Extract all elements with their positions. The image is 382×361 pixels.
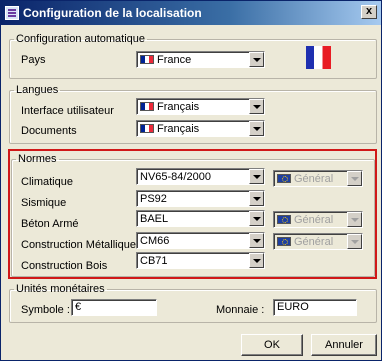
ok-button[interactable]: OK	[241, 334, 303, 356]
climatique-scope-value: Général	[294, 172, 334, 185]
bois-value: CB71	[140, 254, 168, 267]
docs-language-value: Français	[157, 122, 200, 135]
climatique-scope-select: Général	[273, 170, 363, 187]
flag-france-large-icon	[306, 46, 331, 69]
metal-select[interactable]: CM66	[136, 232, 265, 249]
beton-label: Béton Armé	[21, 218, 79, 230]
flag-eu-icon	[277, 174, 291, 183]
metal-scope-select: Général	[273, 233, 363, 250]
chevron-down-icon[interactable]	[249, 211, 264, 226]
app-icon	[5, 6, 19, 20]
monnaie-label: Monnaie :	[216, 304, 265, 316]
chevron-down-icon	[347, 171, 362, 186]
chevron-down-icon	[347, 212, 362, 227]
sismique-select[interactable]: PS92	[136, 190, 265, 207]
ui-language-value: Français	[157, 100, 200, 113]
sismique-value: PS92	[140, 192, 167, 205]
climatique-select[interactable]: NV65-84/2000	[136, 168, 265, 185]
symbole-input[interactable]: €	[71, 299, 157, 316]
metal-label: Construction Métallique	[21, 239, 136, 251]
chevron-down-icon[interactable]	[249, 121, 264, 136]
climatique-value: NV65-84/2000	[140, 170, 211, 183]
bois-label: Construction Bois	[21, 260, 108, 272]
flag-france-icon	[140, 55, 154, 64]
monnaie-input[interactable]: EURO	[273, 299, 357, 316]
bois-select[interactable]: CB71	[136, 252, 265, 269]
cancel-button[interactable]: Annuler	[311, 334, 377, 356]
beton-scope-select: Général	[273, 211, 363, 228]
monnaie-legend: Unités monétaires	[16, 283, 105, 295]
chevron-down-icon[interactable]	[249, 169, 264, 184]
chevron-down-icon[interactable]	[249, 52, 264, 67]
beton-select[interactable]: BAEL	[136, 210, 265, 227]
flag-france-icon	[140, 102, 154, 111]
chevron-down-icon[interactable]	[249, 99, 264, 114]
chevron-down-icon[interactable]	[249, 253, 264, 268]
pays-select[interactable]: France	[136, 51, 265, 68]
auto-config-legend: Configuration automatique	[16, 33, 146, 45]
metal-value: CM66	[140, 234, 170, 247]
chevron-down-icon[interactable]	[249, 233, 264, 248]
chevron-down-icon[interactable]	[249, 191, 264, 206]
localisation-dialog: Configuration de la localisation x Confi…	[0, 0, 382, 361]
symbole-label: Symbole :	[21, 304, 70, 316]
docs-language-select[interactable]: Français	[136, 120, 265, 137]
beton-value: BAEL	[140, 212, 169, 225]
flag-eu-icon	[277, 237, 291, 246]
ui-language-select[interactable]: Français	[136, 98, 265, 115]
pays-label: Pays	[21, 54, 46, 66]
window-title: Configuration de la localisation	[23, 6, 202, 20]
chevron-down-icon	[347, 234, 362, 249]
beton-scope-value: Général	[294, 213, 334, 226]
flag-france-icon	[140, 124, 154, 133]
langues-legend: Langues	[16, 84, 59, 96]
ui-language-label: Interface utilisateur	[21, 105, 114, 117]
flag-eu-icon	[277, 215, 291, 224]
sismique-label: Sismique	[21, 197, 67, 209]
docs-language-label: Documents	[21, 125, 77, 137]
climatique-label: Climatique	[21, 176, 73, 188]
pays-value: France	[157, 53, 192, 66]
title-bar[interactable]: Configuration de la localisation x	[1, 1, 381, 25]
metal-scope-value: Général	[294, 235, 334, 248]
close-button[interactable]: x	[361, 5, 377, 19]
